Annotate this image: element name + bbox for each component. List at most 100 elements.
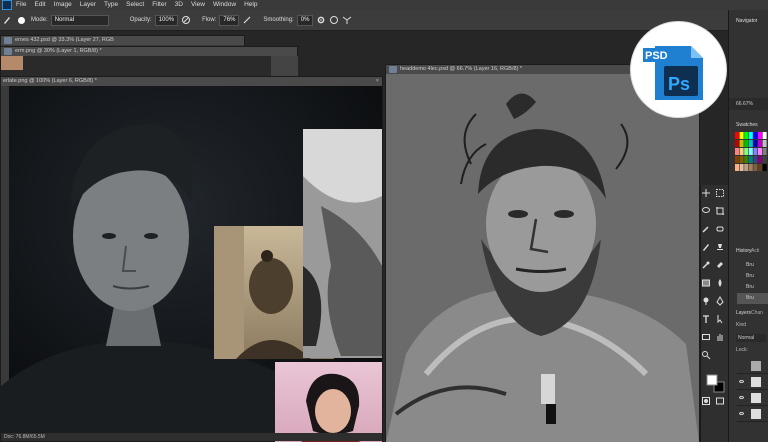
layers-tab[interactable]: Layers bbox=[729, 310, 751, 316]
swatch-grid[interactable] bbox=[735, 132, 768, 222]
swatch-cell[interactable] bbox=[739, 140, 744, 147]
swatch-cell[interactable] bbox=[762, 132, 767, 139]
menu-window[interactable]: Window bbox=[209, 0, 240, 10]
swatch-cell[interactable] bbox=[744, 164, 749, 171]
zoom-tool-icon[interactable] bbox=[701, 350, 711, 360]
brush-tool-icon[interactable] bbox=[2, 15, 12, 25]
color-swatches[interactable] bbox=[705, 373, 725, 393]
swatch-cell[interactable] bbox=[758, 132, 762, 139]
path-select-icon[interactable] bbox=[715, 314, 725, 324]
actions-tab[interactable]: Acti bbox=[751, 248, 759, 254]
swatch-cell[interactable] bbox=[762, 140, 767, 147]
document-tab[interactable]: erlate.png @ 100% (Layer 6, RGB/8) * × bbox=[1, 77, 382, 86]
screen-mode-icon[interactable] bbox=[715, 396, 725, 406]
swatch-cell[interactable] bbox=[753, 164, 758, 171]
eye-icon[interactable] bbox=[739, 380, 744, 383]
swatch-cell[interactable] bbox=[762, 148, 767, 155]
rectangle-tool-icon[interactable] bbox=[701, 332, 711, 342]
history-brush-icon[interactable] bbox=[701, 260, 711, 270]
menu-help[interactable]: Help bbox=[240, 0, 261, 10]
history-tab[interactable]: History bbox=[729, 248, 752, 254]
swatch-cell[interactable] bbox=[748, 164, 753, 171]
swatch-cell[interactable] bbox=[762, 156, 767, 163]
swatch-cell[interactable] bbox=[739, 156, 744, 163]
history-item[interactable]: Bru bbox=[737, 271, 768, 282]
blend-mode-select[interactable]: Normal bbox=[736, 334, 766, 342]
swatch-cell[interactable] bbox=[753, 156, 758, 163]
eye-icon[interactable] bbox=[739, 412, 744, 415]
swatch-cell[interactable] bbox=[744, 140, 749, 147]
pressure-opacity-icon[interactable] bbox=[181, 15, 191, 25]
layer-row[interactable] bbox=[737, 406, 768, 422]
smoothing-field[interactable]: 0% bbox=[296, 14, 314, 26]
history-item[interactable]: Bru bbox=[737, 260, 768, 271]
swatch-cell[interactable] bbox=[744, 156, 749, 163]
swatch-cell[interactable] bbox=[758, 148, 762, 155]
swatch-cell[interactable] bbox=[739, 164, 744, 171]
document-window-reference[interactable]: erlate.png @ 100% (Layer 6, RGB/8) * × D… bbox=[0, 76, 383, 442]
stamp-tool-icon[interactable] bbox=[715, 242, 725, 252]
swatch-cell[interactable] bbox=[753, 148, 758, 155]
menu-file[interactable]: File bbox=[12, 0, 30, 10]
swatch-cell[interactable] bbox=[758, 164, 762, 171]
menu-3d[interactable]: 3D bbox=[171, 0, 187, 10]
swatch-cell[interactable] bbox=[735, 140, 739, 147]
airbrush-icon[interactable] bbox=[242, 15, 252, 25]
mode-select[interactable]: Normal bbox=[50, 14, 109, 26]
layer-row[interactable] bbox=[737, 390, 768, 406]
swatch-cell[interactable] bbox=[758, 140, 762, 147]
swatch-cell[interactable] bbox=[735, 148, 739, 155]
pressure-size-icon[interactable] bbox=[329, 15, 339, 25]
swatch-cell[interactable] bbox=[735, 164, 739, 171]
swatch-cell[interactable] bbox=[744, 132, 749, 139]
layer-row[interactable] bbox=[737, 358, 768, 374]
hand-tool-icon[interactable] bbox=[715, 332, 725, 342]
swatch-cell[interactable] bbox=[748, 140, 753, 147]
close-icon[interactable]: × bbox=[376, 77, 379, 86]
flow-field[interactable]: 76% bbox=[219, 14, 240, 26]
opacity-field[interactable]: 100% bbox=[154, 14, 179, 26]
menu-layer[interactable]: Layer bbox=[76, 0, 100, 10]
swatch-cell[interactable] bbox=[744, 148, 749, 155]
blur-tool-icon[interactable] bbox=[715, 278, 725, 288]
brush-size-swatch[interactable] bbox=[18, 16, 25, 24]
navigator-tab[interactable]: Navigator bbox=[729, 10, 768, 24]
menu-image[interactable]: Image bbox=[50, 0, 76, 10]
symmetry-icon[interactable] bbox=[342, 15, 352, 25]
zoom-readout[interactable]: 66.67% bbox=[729, 98, 768, 110]
reference-canvas[interactable] bbox=[1, 86, 382, 442]
menu-type[interactable]: Type bbox=[100, 0, 122, 10]
swatch-cell[interactable] bbox=[748, 132, 753, 139]
eraser-tool-icon[interactable] bbox=[715, 260, 725, 270]
gradient-tool-icon[interactable] bbox=[701, 278, 711, 288]
menu-edit[interactable]: Edit bbox=[30, 0, 49, 10]
brush-tool-icon[interactable] bbox=[701, 242, 711, 252]
swatch-cell[interactable] bbox=[735, 156, 739, 163]
swatch-cell[interactable] bbox=[735, 132, 739, 139]
gear-icon[interactable] bbox=[316, 15, 326, 25]
layer-filter-kind[interactable]: Kind bbox=[736, 322, 746, 328]
document-tab[interactable]: eroes 432.psd @ 33.3% (Layer 27, RGB bbox=[1, 36, 244, 45]
type-tool-icon[interactable] bbox=[701, 314, 711, 324]
eye-icon[interactable] bbox=[739, 396, 744, 399]
photoshop-app-icon[interactable] bbox=[2, 0, 12, 10]
history-item[interactable]: Bru bbox=[737, 282, 768, 293]
swatches-tab[interactable]: Swatches bbox=[729, 122, 758, 128]
sketch-canvas[interactable] bbox=[386, 74, 699, 442]
lasso-tool-icon[interactable] bbox=[701, 206, 711, 216]
swatch-cell[interactable] bbox=[753, 132, 758, 139]
marquee-tool-icon[interactable] bbox=[715, 188, 725, 198]
document-window-sketch[interactable]: headdemo 4lec.psd @ 66.7% (Layer 16, RGB… bbox=[385, 64, 700, 442]
channels-tab[interactable]: Chan bbox=[751, 310, 763, 316]
dodge-tool-icon[interactable] bbox=[701, 296, 711, 306]
swatch-cell[interactable] bbox=[748, 156, 753, 163]
menu-view[interactable]: View bbox=[187, 0, 209, 10]
move-tool-icon[interactable] bbox=[701, 188, 711, 198]
menu-filter[interactable]: Filter bbox=[148, 0, 170, 10]
crop-tool-icon[interactable] bbox=[715, 206, 725, 216]
swatch-cell[interactable] bbox=[758, 156, 762, 163]
history-item-selected[interactable]: Bru bbox=[737, 293, 768, 304]
document-tab[interactable]: erm.png @ 30% (Layer 1, RGB/8) * bbox=[1, 47, 297, 56]
quick-mask-icon[interactable] bbox=[701, 396, 711, 406]
swatch-cell[interactable] bbox=[753, 140, 758, 147]
